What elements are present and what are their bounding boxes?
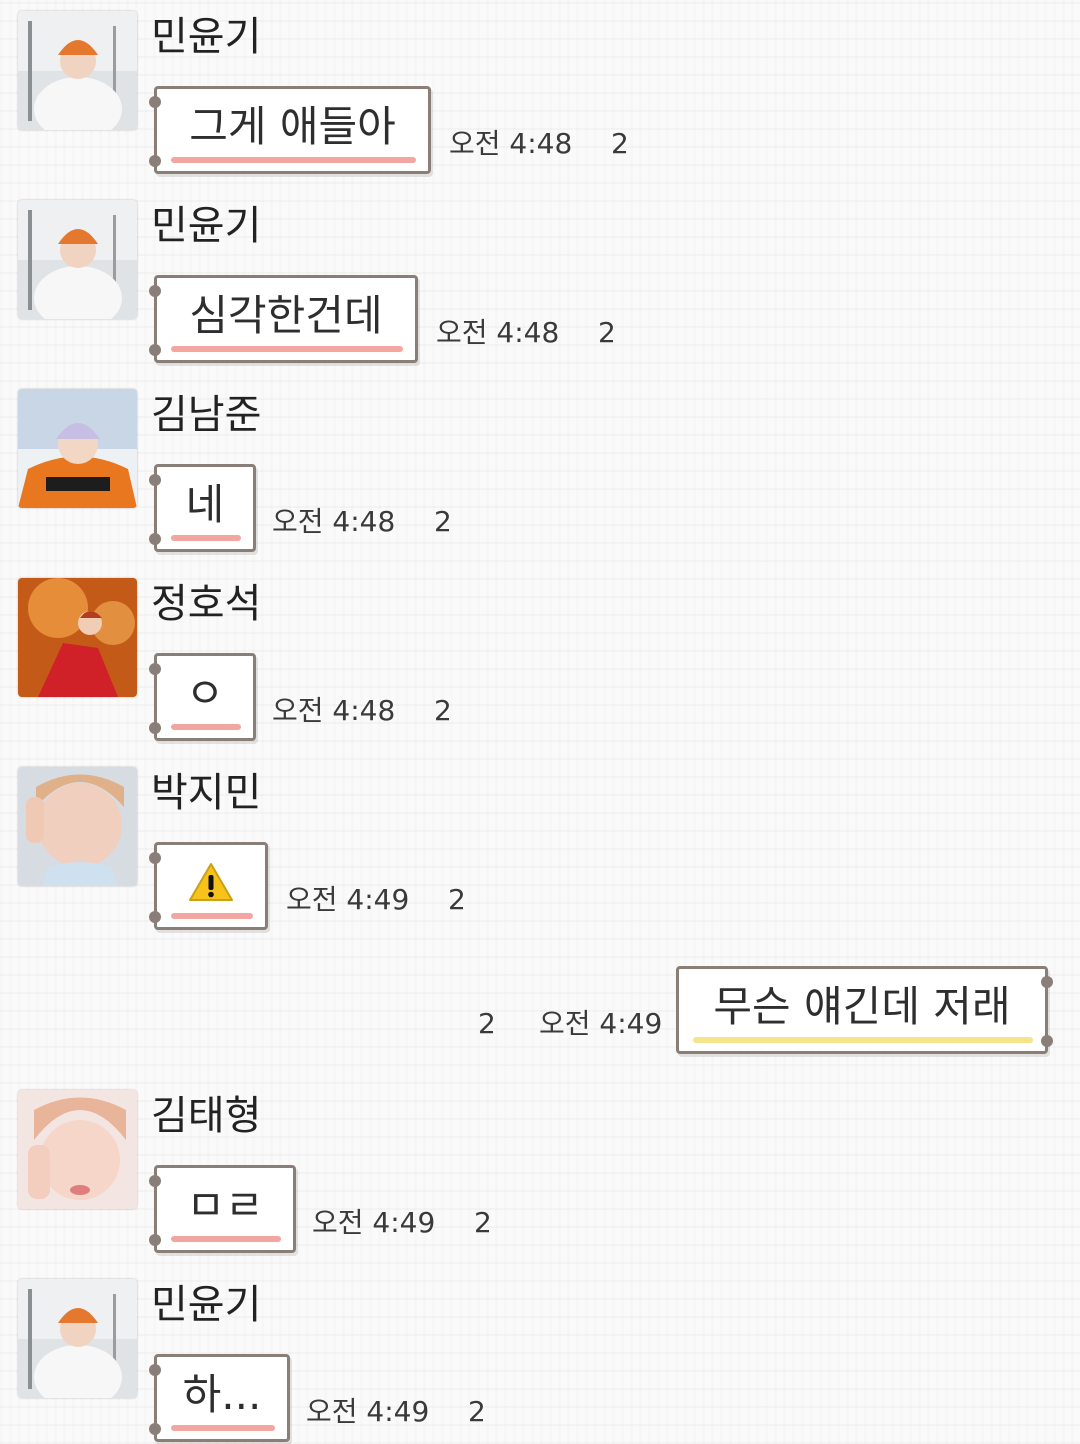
message-time: 오전 4:49 [312,1206,436,1239]
avatar[interactable] [18,11,137,130]
sender-name: 정호석 [151,581,262,627]
avatar[interactable] [18,389,137,508]
avatar[interactable] [18,200,137,319]
message-time: 오전 4:48 [272,694,396,727]
unread-count: 2 [468,1395,486,1428]
message-time: 오전 4:49 [306,1395,430,1428]
message-bubble[interactable]: 하... [149,1354,290,1442]
message-bubble[interactable]: 네 [149,464,256,552]
unread-count: 2 [478,1007,496,1040]
message-text: 무슨 얘긴데 저래 [713,982,1011,1031]
unread-count: 2 [434,505,452,538]
sender-name: 박지민 [151,770,262,816]
sender-name: 민윤기 [151,1282,262,1328]
sender-name: 민윤기 [151,14,262,60]
message-bubble[interactable]: ㅇ [149,653,256,741]
sender-name: 김남준 [151,392,262,438]
message-bubble[interactable]: 심각한건데 [149,275,418,363]
unread-count: 2 [611,127,629,160]
message-time: 오전 4:49 [539,1007,663,1040]
message-text: 하... [182,1370,262,1419]
message-time: 오전 4:48 [449,127,573,160]
unread-count: 2 [434,694,452,727]
unread-count: 2 [448,883,466,916]
message-text: ㅇ [185,669,225,718]
avatar[interactable] [18,767,137,886]
message-bubble[interactable]: 그게 애들아 [149,86,431,174]
unread-count: 2 [474,1206,492,1239]
sender-name: 김태형 [151,1093,262,1139]
avatar[interactable] [18,578,137,697]
message-time: 오전 4:48 [436,316,560,349]
sender-name: 민윤기 [151,203,262,249]
warning-icon [188,858,234,907]
message-text: 네 [185,480,225,529]
message-time: 오전 4:48 [272,505,396,538]
chat-transcript: 민윤기 그게 애들아 오전 4:48 2 민윤기 심각한건데 오전 4:48 2… [0,0,1080,1444]
avatar[interactable] [18,1279,137,1398]
avatar[interactable] [18,1090,137,1209]
unread-count: 2 [598,316,616,349]
message-text: ㅁㄹ [186,1181,264,1230]
message-bubble[interactable]: 무슨 얘긴데 저래 [676,966,1053,1054]
message-time: 오전 4:49 [286,883,410,916]
message-bubble[interactable]: ㅁㄹ [149,1165,296,1253]
message-text: 심각한건데 [189,291,383,340]
message-bubble[interactable] [149,842,268,930]
message-text: 그게 애들아 [189,102,396,151]
